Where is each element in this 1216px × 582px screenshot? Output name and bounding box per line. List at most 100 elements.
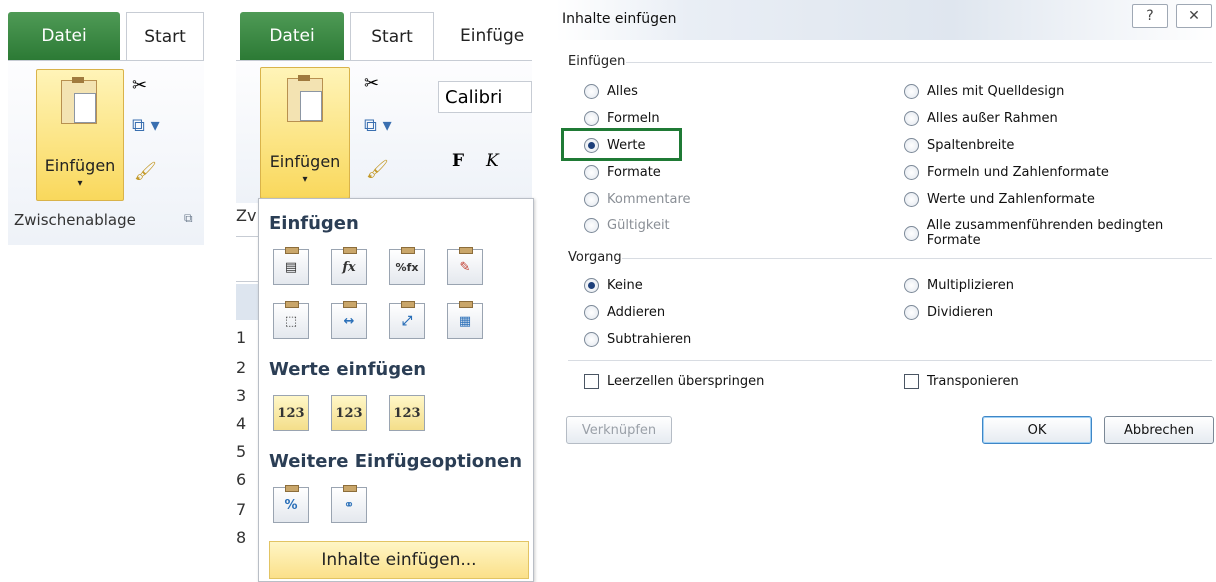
- dialog-launcher-icon[interactable]: ⧉: [184, 211, 193, 226]
- ribbon-body: Einfügen ▾ ✂ ⧉ ▾ 🖌 Calibri F K: [236, 60, 532, 203]
- menu-section-values: Werte einfügen: [269, 359, 427, 380]
- italic-button[interactable]: K: [486, 151, 499, 171]
- paste-label: Einfügen: [269, 152, 341, 171]
- values-formatting-icon[interactable]: ▦: [447, 301, 483, 339]
- radio-label: Spaltenbreite: [927, 138, 1015, 153]
- menu-section-paste: Einfügen: [269, 213, 359, 234]
- transpose-checkbox[interactable]: Transponieren: [904, 374, 1019, 389]
- radio-values-numberformats[interactable]: Werte und Zahlenformate: [904, 192, 1095, 207]
- help-icon[interactable]: ?: [1132, 4, 1168, 28]
- radio-multiply[interactable]: Multiplizieren: [904, 278, 1014, 293]
- tab-insert[interactable]: Einfüge: [460, 12, 524, 60]
- format-painter-icon[interactable]: 🖌: [366, 159, 389, 180]
- radio-label: Subtrahieren: [607, 332, 692, 347]
- paste-link-icon[interactable]: ⚭: [331, 485, 367, 523]
- radio-label: Gültigkeit: [607, 218, 670, 233]
- radio-add[interactable]: Addieren: [584, 305, 665, 320]
- group-label-snippet: Zv: [236, 206, 257, 225]
- paste-special-dialog: Inhalte einfügen ? ✕ Einfügen Alles Form…: [556, 0, 1216, 462]
- row-number: 6: [236, 470, 247, 489]
- ribbon-body: Einfügen ▾ ✂ ⧉ ▾ 🖌 Zwischenablage ⧉: [8, 60, 204, 245]
- close-icon[interactable]: ✕: [1176, 4, 1212, 28]
- radio-formulas[interactable]: Formeln: [584, 111, 660, 126]
- tab-start[interactable]: Start: [350, 12, 434, 61]
- radio-label: Multiplizieren: [927, 278, 1014, 293]
- radio-column-widths[interactable]: Spaltenbreite: [904, 138, 1014, 153]
- radio-label: Formeln und Zahlenformate: [927, 165, 1109, 180]
- cut-icon[interactable]: ✂: [132, 75, 147, 96]
- radio-label: Alles: [607, 84, 638, 99]
- radio-all-source-theme[interactable]: Alles mit Quelldesign: [904, 84, 1064, 99]
- row-number: 7: [236, 500, 247, 519]
- row-number: 5: [236, 442, 247, 461]
- chevron-down-icon: ▾: [302, 174, 308, 185]
- tab-start[interactable]: Start: [126, 12, 204, 61]
- keep-source-formatting-icon[interactable]: ✎: [447, 247, 483, 285]
- radio-divide[interactable]: Dividieren: [904, 305, 993, 320]
- paste-button[interactable]: Einfügen ▾: [36, 69, 124, 201]
- paste-dropdown-menu: Einfügen ▤ fx %fx ✎ ⬚ ↔ ⤢ ▦ Werte einfüg…: [258, 198, 534, 582]
- divider: [622, 258, 1212, 259]
- group-label-clipboard: Zwischenablage: [14, 211, 136, 229]
- radio-label: Formate: [607, 165, 661, 180]
- formulas-numberformat-icon[interactable]: %fx: [389, 247, 425, 285]
- paste-formatting-icon[interactable]: %: [273, 485, 309, 523]
- row-number: 8: [236, 528, 247, 547]
- divider: [626, 62, 1212, 63]
- radio-merge-conditional-formats[interactable]: Alle zusammenführenden bedingten Formate: [904, 218, 1216, 248]
- cut-icon[interactable]: ✂: [364, 73, 379, 94]
- paste-special-menu-item[interactable]: Inhalte einfügen...: [269, 541, 529, 579]
- name-box-snippet: [236, 236, 258, 282]
- ok-button[interactable]: OK: [982, 416, 1092, 444]
- radio-formats[interactable]: Formate: [584, 165, 661, 180]
- radio-validation[interactable]: Gültigkeit: [584, 218, 670, 233]
- tab-file[interactable]: Datei: [240, 12, 344, 60]
- radio-comments[interactable]: Kommentare: [584, 192, 691, 207]
- keep-column-width-icon[interactable]: ↔: [331, 301, 367, 339]
- section-paste-label: Einfügen: [568, 54, 626, 69]
- radio-label: Dividieren: [927, 305, 994, 320]
- copy-icon[interactable]: ⧉ ▾: [132, 115, 160, 136]
- radio-all-except-borders[interactable]: Alles außer Rahmen: [904, 111, 1058, 126]
- format-painter-icon[interactable]: 🖌: [134, 161, 157, 182]
- row-number: 3: [236, 386, 247, 405]
- row-number: 4: [236, 414, 247, 433]
- paste-icon[interactable]: ▤: [273, 247, 309, 285]
- radio-label: Formeln: [607, 111, 660, 126]
- values-numberformat-icon[interactable]: 123: [331, 395, 367, 431]
- font-name-box[interactable]: Calibri: [438, 81, 532, 113]
- clipboard-icon: [61, 77, 97, 124]
- paste-label: Einfügen: [44, 156, 116, 175]
- ribbon-panel-2: Datei Start Einfüge Einfügen ▾ ✂ ⧉ ▾ 🖌 C…: [236, 12, 532, 203]
- transpose-icon[interactable]: ⤢: [389, 301, 425, 339]
- radio-none[interactable]: Keine: [584, 278, 643, 293]
- dialog-title: Inhalte einfügen: [562, 11, 677, 27]
- tab-file[interactable]: Datei: [8, 12, 120, 60]
- radio-all[interactable]: Alles: [584, 84, 638, 99]
- clipboard-icon: [287, 75, 323, 122]
- paste-link-button[interactable]: Verknüpfen: [566, 416, 672, 444]
- radio-label: Alle zusammenführenden bedingten Formate: [926, 218, 1164, 248]
- row-number: 1: [236, 328, 247, 347]
- radio-formulas-numberformats[interactable]: Formeln und Zahlenformate: [904, 165, 1109, 180]
- chevron-down-icon: ▾: [77, 178, 83, 189]
- values-source-formatting-icon[interactable]: 123: [389, 395, 425, 431]
- menu-section-more: Weitere Einfügeoptionen: [269, 451, 523, 472]
- formulas-icon[interactable]: fx: [331, 247, 367, 285]
- divider: [568, 360, 1212, 361]
- radio-label: Keine: [607, 278, 643, 293]
- checkbox-label: Leerzellen überspringen: [607, 374, 765, 389]
- paste-button[interactable]: Einfügen ▾: [260, 67, 350, 199]
- bold-button[interactable]: F: [452, 151, 464, 171]
- radio-subtract[interactable]: Subtrahieren: [584, 332, 691, 347]
- copy-icon[interactable]: ⧉ ▾: [364, 115, 392, 136]
- column-header-snippet: [236, 284, 258, 320]
- section-operation-label: Vorgang: [568, 250, 622, 265]
- highlight-frame: [561, 128, 682, 161]
- skip-blanks-checkbox[interactable]: Leerzellen überspringen: [584, 374, 764, 389]
- paste-values-icon[interactable]: 123: [273, 395, 309, 431]
- radio-label: Alles außer Rahmen: [927, 111, 1058, 126]
- ribbon-panel-1: Datei Start Einfügen ▾ ✂ ⧉ ▾ 🖌 Zwischena…: [8, 12, 204, 245]
- cancel-button[interactable]: Abbrechen: [1104, 416, 1214, 444]
- no-borders-icon[interactable]: ⬚: [273, 301, 309, 339]
